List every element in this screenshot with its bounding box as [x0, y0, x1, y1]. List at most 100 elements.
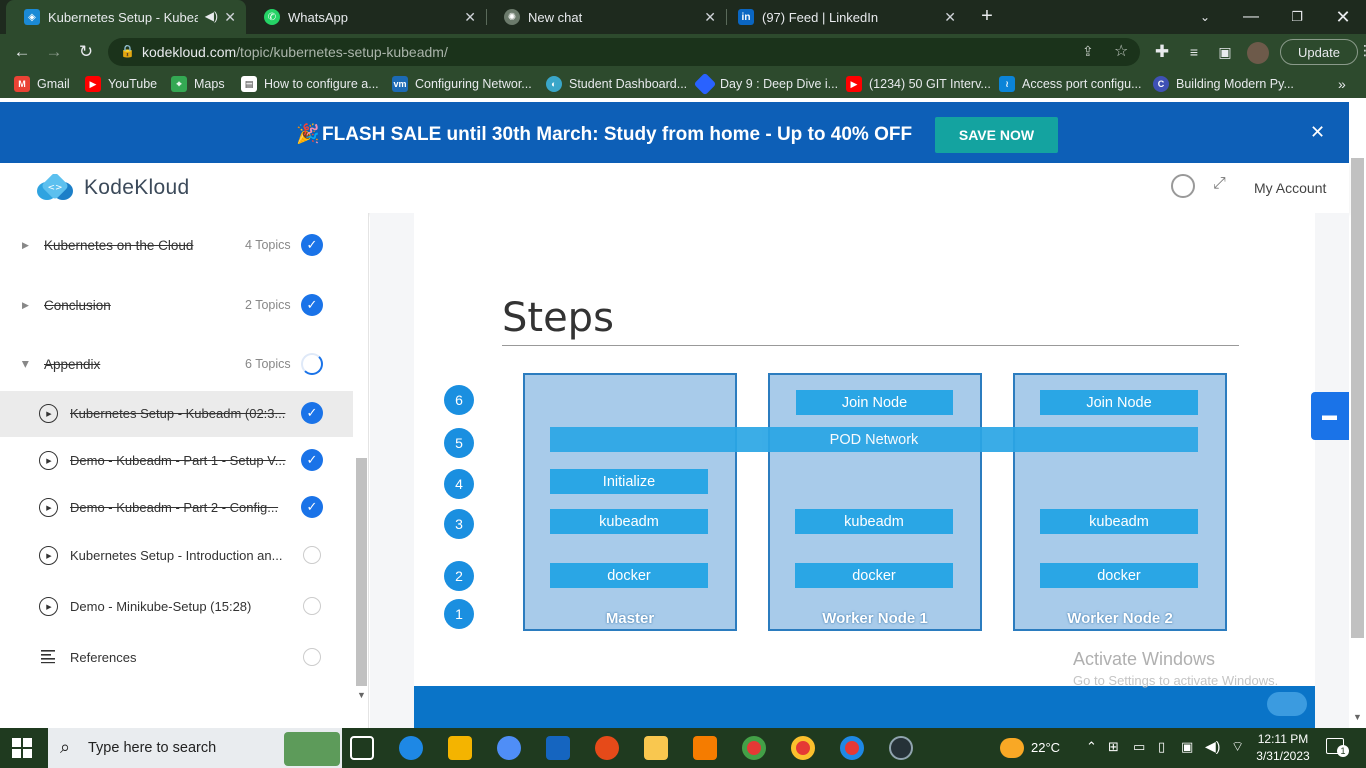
app-icon[interactable] — [497, 736, 521, 760]
chrome-profile-2-icon[interactable] — [840, 736, 864, 760]
completed-check-icon: ✓ — [301, 402, 323, 424]
audio-playing-icon[interactable]: ◀) — [205, 9, 218, 23]
logo-text[interactable]: KodeKloud — [84, 176, 189, 200]
maps-icon: ⌖ — [171, 76, 187, 92]
lesson-item[interactable]: ▶ Kubernetes Setup - Kubeadm (02:3... ✓ — [0, 391, 353, 437]
bookmark-label: Access port configu... — [1022, 77, 1142, 91]
settings-app-icon[interactable] — [693, 736, 717, 760]
save-now-button[interactable]: SAVE NOW — [935, 117, 1058, 153]
tab-linkedin[interactable]: in (97) Feed | LinkedIn ✕ — [720, 0, 966, 34]
file-explorer-icon[interactable] — [644, 736, 668, 760]
collapse-caret-icon[interactable]: ▶ — [20, 361, 31, 368]
wifi-icon[interactable]: ⌔ — [1231, 738, 1244, 756]
weather-icon[interactable] — [1000, 738, 1024, 758]
close-tab-icon[interactable]: ✕ — [944, 9, 956, 26]
volume-icon[interactable]: ◀) — [1205, 738, 1220, 755]
close-banner-icon[interactable]: ✕ — [1310, 122, 1325, 143]
chat-button[interactable]: ▬ — [1311, 392, 1349, 440]
microsoft-store-icon[interactable] — [448, 736, 472, 760]
section-kubernetes-on-the-cloud[interactable]: ▶ Kubernetes on the Cloud 4 Topics ✓ — [0, 223, 353, 269]
bookmark-gmail[interactable]: M Gmail — [14, 76, 70, 92]
extensions-icon[interactable]: ✚ — [1150, 40, 1174, 64]
fullscreen-icon[interactable]: ⤢ — [1213, 175, 1233, 195]
device-icon[interactable]: ▭ — [1133, 739, 1145, 755]
windows-start-icon[interactable] — [12, 738, 32, 758]
menu-icon[interactable]: ⋮ — [1358, 42, 1366, 59]
docker-block: docker — [550, 563, 708, 588]
media-control-icon[interactable]: ≡ — [1182, 40, 1206, 64]
update-button[interactable]: Update — [1280, 39, 1358, 65]
dark-mode-toggle-icon[interactable] — [1171, 174, 1195, 198]
lesson-item[interactable]: ▶ Demo - Kubeadm - Part 2 - Config... ✓ — [0, 485, 353, 531]
minimize-icon[interactable]: — — [1228, 0, 1274, 34]
video-slide[interactable]: Steps 6 5 4 3 2 1 Master Initialize kube… — [414, 213, 1315, 686]
share-icon[interactable]: ⇪ — [1082, 43, 1094, 60]
diamond-icon — [693, 72, 717, 96]
lesson-item[interactable]: References — [0, 635, 353, 681]
close-tab-icon[interactable]: ✕ — [704, 9, 716, 26]
bookmark-configuring-network[interactable]: vm Configuring Networ... — [392, 76, 532, 92]
show-hidden-icons-icon[interactable]: ⌃ — [1086, 739, 1097, 755]
edge-icon[interactable] — [399, 736, 423, 760]
back-icon[interactable]: ← — [10, 40, 34, 64]
bookmark-how-to-configure[interactable]: ▤ How to configure a... — [241, 76, 379, 92]
expand-caret-icon[interactable]: ▶ — [22, 240, 29, 251]
bookmark-day-9[interactable]: Day 9 : Deep Dive i... — [693, 72, 838, 96]
page-scrollbar[interactable] — [1351, 158, 1364, 638]
profile-avatar[interactable] — [1247, 42, 1269, 64]
bookmark-star-icon[interactable]: ☆ — [1114, 41, 1128, 61]
text-list-icon — [41, 650, 55, 664]
mail-icon[interactable] — [546, 736, 570, 760]
my-account-link[interactable]: My Account — [1254, 180, 1326, 196]
lesson-item[interactable]: ▶ Demo - Minikube-Setup (15:28) — [0, 584, 353, 630]
notification-count: 1 — [1337, 745, 1349, 757]
bookmark-maps[interactable]: ⌖ Maps — [171, 76, 225, 92]
taskbar-search-box[interactable]: ⌕ Type here to search — [48, 728, 342, 768]
scroll-down-arrow-icon[interactable]: ▼ — [357, 690, 366, 700]
expand-caret-icon[interactable]: ▶ — [22, 300, 29, 311]
tab-whatsapp[interactable]: ✆ WhatsApp ✕ — [246, 0, 486, 34]
page-scroll-down-icon[interactable]: ▼ — [1353, 712, 1362, 722]
bookmark-youtube[interactable]: ▶ YouTube — [85, 76, 157, 92]
bookmark-building-modern-py[interactable]: C Building Modern Py... — [1153, 76, 1294, 92]
network-icon[interactable]: ⊞ — [1108, 739, 1119, 755]
snail-app-icon[interactable] — [595, 736, 619, 760]
new-tab-button[interactable]: + — [976, 5, 998, 27]
camera-app-icon[interactable] — [889, 736, 913, 760]
sidebar-scrollbar[interactable] — [356, 458, 367, 686]
browser-tab-strip: ◈ Kubernetes Setup - Kubeadm ◀) ✕ ✆ What… — [0, 0, 1366, 34]
chrome-profile-icon[interactable] — [791, 736, 815, 760]
kodekloud-logo-icon[interactable]: <> — [35, 174, 75, 202]
display-icon[interactable]: ▣ — [1181, 739, 1193, 755]
slide-divider — [502, 345, 1239, 346]
video-player-bar[interactable] — [414, 686, 1315, 728]
lesson-item[interactable]: ▶ Demo - Kubeadm - Part 1 - Setup V... ✓ — [0, 438, 353, 484]
tab-kubernetes-setup[interactable]: ◈ Kubernetes Setup - Kubeadm ◀) ✕ — [6, 0, 246, 34]
task-view-icon[interactable] — [350, 736, 374, 760]
section-topic-count: 2 Topics — [245, 298, 291, 312]
section-conclusion[interactable]: ▶ Conclusion 2 Topics ✓ — [0, 283, 353, 329]
lesson-item[interactable]: ▶ Kubernetes Setup - Introduction an... — [0, 533, 353, 579]
tab-search-icon[interactable]: ⌄ — [1182, 0, 1228, 34]
close-window-icon[interactable]: ✕ — [1320, 0, 1366, 34]
bookmark-git-interview[interactable]: ▶ (1234) 50 GIT Interv... — [846, 76, 991, 92]
reload-icon[interactable]: ↻ — [74, 40, 98, 64]
tab-new-chat[interactable]: ✺ New chat ✕ — [486, 0, 726, 34]
close-tab-icon[interactable]: ✕ — [224, 9, 236, 26]
address-bar[interactable]: 🔒 kodekloud.com/topic/kubernetes-setup-k… — [108, 38, 1140, 66]
forward-icon[interactable]: → — [42, 40, 66, 64]
close-tab-icon[interactable]: ✕ — [464, 9, 476, 26]
kubeadm-block: kubeadm — [550, 509, 708, 534]
taskbar-clock[interactable]: 12:11 PM 3/31/2023 — [1250, 731, 1316, 765]
restore-icon[interactable]: ❐ — [1274, 0, 1320, 34]
bookmark-student-dashboard[interactable]: ◐ Student Dashboard... — [546, 76, 687, 92]
side-panel-icon[interactable]: ▣ — [1213, 40, 1237, 64]
bookmarks-bar: M Gmail ▶ YouTube ⌖ Maps ▤ How to configure … — [0, 70, 1366, 98]
weather-temperature[interactable]: 22°C — [1031, 740, 1060, 755]
battery-icon[interactable]: ▯ — [1158, 739, 1165, 755]
chrome-icon[interactable] — [742, 736, 766, 760]
more-bookmarks-icon[interactable]: » — [1338, 76, 1346, 92]
notifications-icon[interactable]: 1 — [1326, 738, 1349, 757]
bookmark-access-port[interactable]: ≀ Access port configu... — [999, 76, 1142, 92]
section-appendix[interactable]: ▶ Appendix 6 Topics — [0, 342, 353, 388]
